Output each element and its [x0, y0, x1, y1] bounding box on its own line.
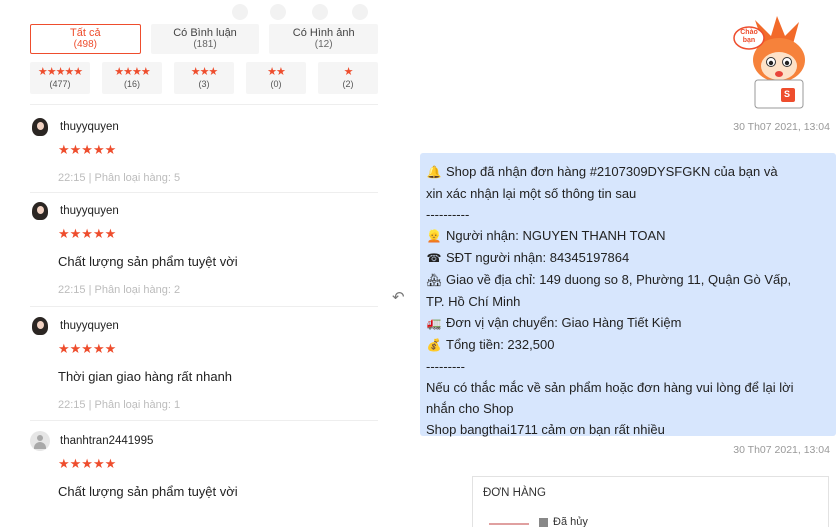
filter-count: (12) [314, 39, 333, 50]
message-line: --------- [426, 359, 465, 374]
phone-icon: ☎ [426, 251, 442, 265]
reviewer-name[interactable]: thanhtran2441995 [60, 435, 153, 447]
default-avatar-icon[interactable] [30, 431, 50, 451]
filter-count: (181) [193, 39, 217, 50]
message-line: xin xác nhận lại một số thông tin sau [426, 186, 637, 201]
mascot-badge: S [784, 89, 791, 99]
divider [30, 192, 378, 193]
message-line: 🚛 Đơn vị vận chuyển: Giao Hàng Tiết Kiệm [426, 312, 830, 334]
star-icons: ★★ [267, 66, 286, 78]
divider [30, 104, 378, 105]
review-text: Chất lượng sản phẩm tuyệt vời [58, 484, 238, 499]
review-panel: Tất cả (498) Có Bình luận (181) Có Hình … [0, 0, 380, 527]
message-line: 🏘 Giao về địa chỉ: 149 duong so 8, Phường… [426, 269, 830, 291]
filter-4-star-button[interactable]: ★★★★ (16) [102, 62, 162, 94]
star-icons: ★★★★★ [37, 66, 83, 78]
rating-stars: ★★★★★ [58, 341, 117, 356]
message-line: 👱 Người nhận: NGUYEN THANH TOAN [426, 225, 830, 247]
product-thumbnail [489, 523, 529, 527]
avatar[interactable] [30, 316, 50, 336]
filter-count: (498) [73, 39, 98, 50]
message-line: Nếu có thắc mắc về sản phẩm hoặc đơn hàn… [426, 380, 794, 395]
mascot-greeting: Chào bạn [740, 29, 758, 44]
star-count: (3) [198, 79, 210, 89]
dot [352, 4, 368, 20]
filter-1-star-button[interactable]: ★ (2) [318, 62, 378, 94]
star-icons: ★ [343, 66, 354, 78]
review-meta: 22:15 | Phân loại hàng: 2 [58, 284, 181, 296]
avatar[interactable] [30, 201, 50, 221]
reviewer-name[interactable]: thuyyquyen [60, 205, 119, 217]
reply-icon[interactable]: ↶ [392, 288, 405, 306]
order-status: Đã hủy [539, 516, 588, 527]
message-line: nhắn cho Shop [426, 401, 514, 416]
review-item: thanhtran2441995 ★★★★★ Chất lượng sản ph… [30, 430, 380, 500]
order-card-title: ĐƠN HÀNG [483, 487, 546, 499]
filter-5-star-button[interactable]: ★★★★★ (477) [30, 62, 90, 94]
filter-label: Có Bình luận [173, 27, 237, 39]
message-line: Shop bangthai1711 cảm ơn bạn rất nhiều [426, 422, 665, 437]
message-line: TP. Hồ Chí Minh [426, 294, 521, 309]
divider [30, 306, 378, 307]
loading-dots [0, 4, 380, 20]
filter-all-button[interactable]: Tất cả (498) [30, 24, 141, 54]
person-icon: 👱 [426, 229, 442, 243]
review-text: Thời gian giao hàng rất nhanh [58, 369, 233, 384]
star-count: (0) [270, 79, 282, 89]
dot [312, 4, 328, 20]
filter-label: Có Hình ảnh [292, 27, 355, 39]
filter-3-star-button[interactable]: ★★★ (3) [174, 62, 234, 94]
reviewer-name[interactable]: thuyyquyen [60, 320, 119, 332]
filter-with-comment-button[interactable]: Có Bình luận (181) [150, 24, 260, 54]
rating-stars: ★★★★★ [58, 142, 117, 157]
review-item: thuyyquyen ★★★★★ Chất lượng sản phẩm tuy… [30, 200, 380, 296]
message-line: 🔔 Shop đã nhận đơn hàng #2107309DYSFGKN c… [426, 161, 830, 183]
review-meta: 22:15 | Phân loại hàng: 1 [58, 399, 181, 411]
reviewer-name[interactable]: thuyyquyen [60, 121, 119, 133]
filter-label: Tất cả [70, 27, 101, 39]
shopee-mascot-sticker: Chào bạn S [733, 14, 825, 110]
message-timestamp: 30 Th07 2021, 13:04 [733, 121, 830, 133]
order-card[interactable]: ĐƠN HÀNG Đã hủy [472, 476, 829, 527]
review-meta: 22:15 | Phân loại hàng: 5 [58, 172, 181, 184]
dot [232, 4, 248, 20]
money-bag-icon: 💰 [426, 338, 442, 352]
star-icons: ★★★★ [114, 66, 150, 78]
star-count: (16) [123, 79, 140, 89]
message-line: ☎ SĐT người nhận: 84345197864 [426, 247, 830, 269]
order-status-label: Đã hủy [553, 516, 588, 527]
status-icon [539, 517, 548, 527]
divider [30, 420, 378, 421]
filter-tabs: Tất cả (498) Có Bình luận (181) Có Hình … [30, 24, 379, 54]
star-count: (477) [49, 79, 71, 89]
rating-stars: ★★★★★ [58, 226, 117, 241]
message-line: 💰 Tổng tiền: 232,500 [426, 334, 830, 356]
review-item: thuyyquyen ★★★★★ Thời gian giao hàng rất… [30, 315, 380, 411]
filter-2-star-button[interactable]: ★★ (0) [246, 62, 306, 94]
dot [270, 4, 286, 20]
filter-with-image-button[interactable]: Có Hình ảnh (12) [269, 24, 379, 54]
bell-icon: 🔔 [426, 165, 442, 179]
order-confirmation-message: 🔔 Shop đã nhận đơn hàng #2107309DYSFGKN c… [420, 153, 836, 437]
truck-icon: 🚛 [426, 316, 442, 330]
star-filters: ★★★★★ (477) ★★★★ (16) ★★★ (3) ★★ (0) ★ (… [30, 62, 378, 94]
house-icon: 🏘 [426, 273, 442, 287]
message-line: ---------- [426, 207, 470, 222]
message-timestamp: 30 Th07 2021, 13:04 [733, 444, 830, 456]
review-item: thuyyquyen ★★★★★ 22:15 | Phân loại hàng:… [30, 116, 380, 184]
star-icons: ★★★ [190, 66, 219, 78]
star-count: (2) [342, 79, 354, 89]
avatar[interactable] [30, 117, 50, 137]
review-text: Chất lượng sản phẩm tuyệt vời [58, 254, 238, 269]
rating-stars: ★★★★★ [58, 456, 117, 471]
